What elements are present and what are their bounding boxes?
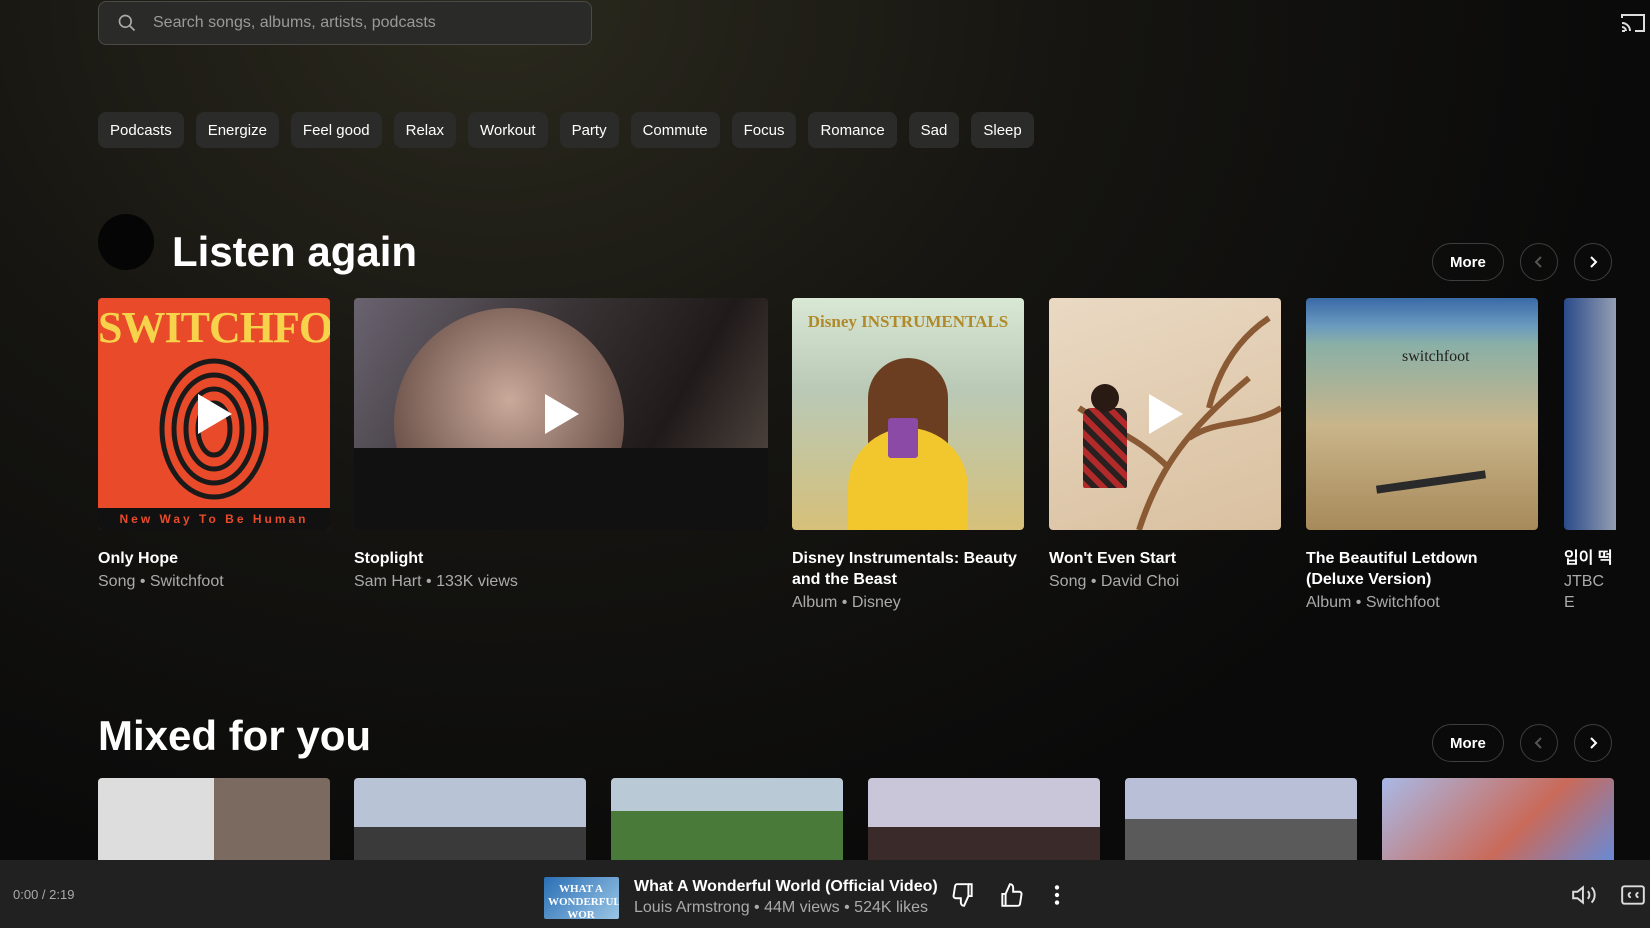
- mixed-for-you-next-button[interactable]: [1573, 724, 1612, 762]
- card-stoplight[interactable]: Stoplight Sam Hart • 133K views: [354, 298, 768, 592]
- mix-card-2[interactable]: [354, 778, 586, 860]
- chevron-right-icon: [1590, 256, 1598, 268]
- card-wont-even-start[interactable]: Won't Even Start Song • David Choi: [1049, 298, 1281, 592]
- search-input[interactable]: [153, 14, 573, 32]
- chip-relax[interactable]: Relax: [393, 112, 456, 148]
- now-playing-subtitle: Louis Armstrong • 44M views • 524K likes: [634, 899, 928, 916]
- album-art: switchfoot: [1306, 298, 1538, 530]
- chip-romance[interactable]: Romance: [808, 112, 897, 148]
- card-title[interactable]: 입이 떡 〈Crow〉: [1564, 548, 1616, 569]
- card-the-beautiful-letdown[interactable]: switchfoot The Beautiful Letdown (Deluxe…: [1306, 298, 1538, 613]
- chip-focus[interactable]: Focus: [731, 112, 797, 148]
- chip-energize[interactable]: Energize: [195, 112, 279, 148]
- chip-sad[interactable]: Sad: [908, 112, 960, 148]
- card-subtitle: Album • Switchfoot: [1306, 594, 1440, 611]
- mood-chips: Podcasts Energize Feel good Relax Workou…: [98, 112, 1034, 148]
- chip-feel-good[interactable]: Feel good: [290, 112, 382, 148]
- video-thumbnail: [354, 298, 768, 530]
- play-icon[interactable]: [541, 392, 581, 436]
- chevron-right-icon: [1590, 737, 1598, 749]
- mix-card-5[interactable]: [1125, 778, 1357, 860]
- thumbs-up-icon[interactable]: [998, 882, 1024, 908]
- chip-workout[interactable]: Workout: [467, 112, 548, 148]
- now-playing-thumbnail[interactable]: WHAT A WONDERFUL WOR: [544, 877, 619, 919]
- chevron-left-icon: [1534, 737, 1542, 749]
- chip-podcasts[interactable]: Podcasts: [98, 112, 184, 148]
- album-art: SWITCHFOOT New Way To Be Human: [98, 298, 330, 530]
- cast-icon[interactable]: [1620, 12, 1646, 34]
- search-icon: [118, 14, 136, 32]
- mix-card-1[interactable]: [98, 778, 330, 860]
- album-art: Disney INSTRUMENTALS: [792, 298, 1024, 530]
- card-title[interactable]: Only Hope: [98, 548, 330, 569]
- listen-again-more-button[interactable]: More: [1432, 243, 1504, 281]
- chip-sleep[interactable]: Sleep: [971, 112, 1034, 148]
- chip-commute[interactable]: Commute: [630, 112, 720, 148]
- play-icon[interactable]: [1145, 392, 1185, 436]
- card-subtitle: Song • Switchfoot: [98, 573, 224, 590]
- chevron-left-icon: [1534, 256, 1542, 268]
- mixed-for-you-controls: More: [1432, 724, 1612, 762]
- listen-again-prev-button[interactable]: [1519, 243, 1558, 281]
- card-subtitle: Album • Disney: [792, 594, 901, 611]
- mixed-for-you-more-button[interactable]: More: [1432, 724, 1504, 762]
- album-art: [1049, 298, 1281, 530]
- card-disney-instrumentals[interactable]: Disney INSTRUMENTALS Disney Instrumental…: [792, 298, 1024, 613]
- search-bar[interactable]: [98, 1, 592, 45]
- player-bar: 0:00 / 2:19 WHAT A WONDERFUL WOR What A …: [0, 860, 1650, 928]
- listen-again-next-button[interactable]: [1573, 243, 1612, 281]
- volume-icon[interactable]: [1571, 882, 1597, 908]
- card-title[interactable]: Disney Instrumentals: Beauty and the Bea…: [792, 548, 1024, 590]
- more-vert-icon[interactable]: [1044, 882, 1070, 908]
- mix-card-6[interactable]: [1382, 778, 1614, 860]
- avatar[interactable]: [98, 214, 154, 270]
- card-only-hope[interactable]: SWITCHFOOT New Way To Be Human Only Hope…: [98, 298, 330, 592]
- mixed-for-you-title: Mixed for you: [98, 712, 372, 759]
- thumbs-down-icon[interactable]: [950, 882, 976, 908]
- listen-again-title: Listen again: [172, 228, 418, 275]
- chip-party[interactable]: Party: [559, 112, 619, 148]
- closed-captions-icon[interactable]: [1620, 882, 1646, 908]
- play-icon[interactable]: [194, 392, 234, 436]
- card-title[interactable]: Stoplight: [354, 548, 768, 569]
- card-title[interactable]: Won't Even Start: [1049, 548, 1281, 569]
- card-partial[interactable]: 입이 떡 〈Crow〉 JTBC E: [1564, 298, 1616, 613]
- card-subtitle: Sam Hart • 133K views: [354, 573, 518, 590]
- album-art: [1564, 298, 1616, 530]
- listen-again-controls: More: [1432, 243, 1612, 281]
- mix-card-4[interactable]: [868, 778, 1100, 860]
- now-playing-title[interactable]: What A Wonderful World (Official Video): [634, 878, 938, 896]
- card-subtitle: Song • David Choi: [1049, 573, 1180, 590]
- mix-card-3[interactable]: [611, 778, 843, 860]
- mixed-for-you-prev-button[interactable]: [1519, 724, 1558, 762]
- card-title[interactable]: The Beautiful Letdown (Deluxe Version): [1306, 548, 1538, 590]
- playback-time: 0:00 / 2:19: [13, 886, 75, 902]
- card-subtitle: JTBC E: [1564, 573, 1604, 611]
